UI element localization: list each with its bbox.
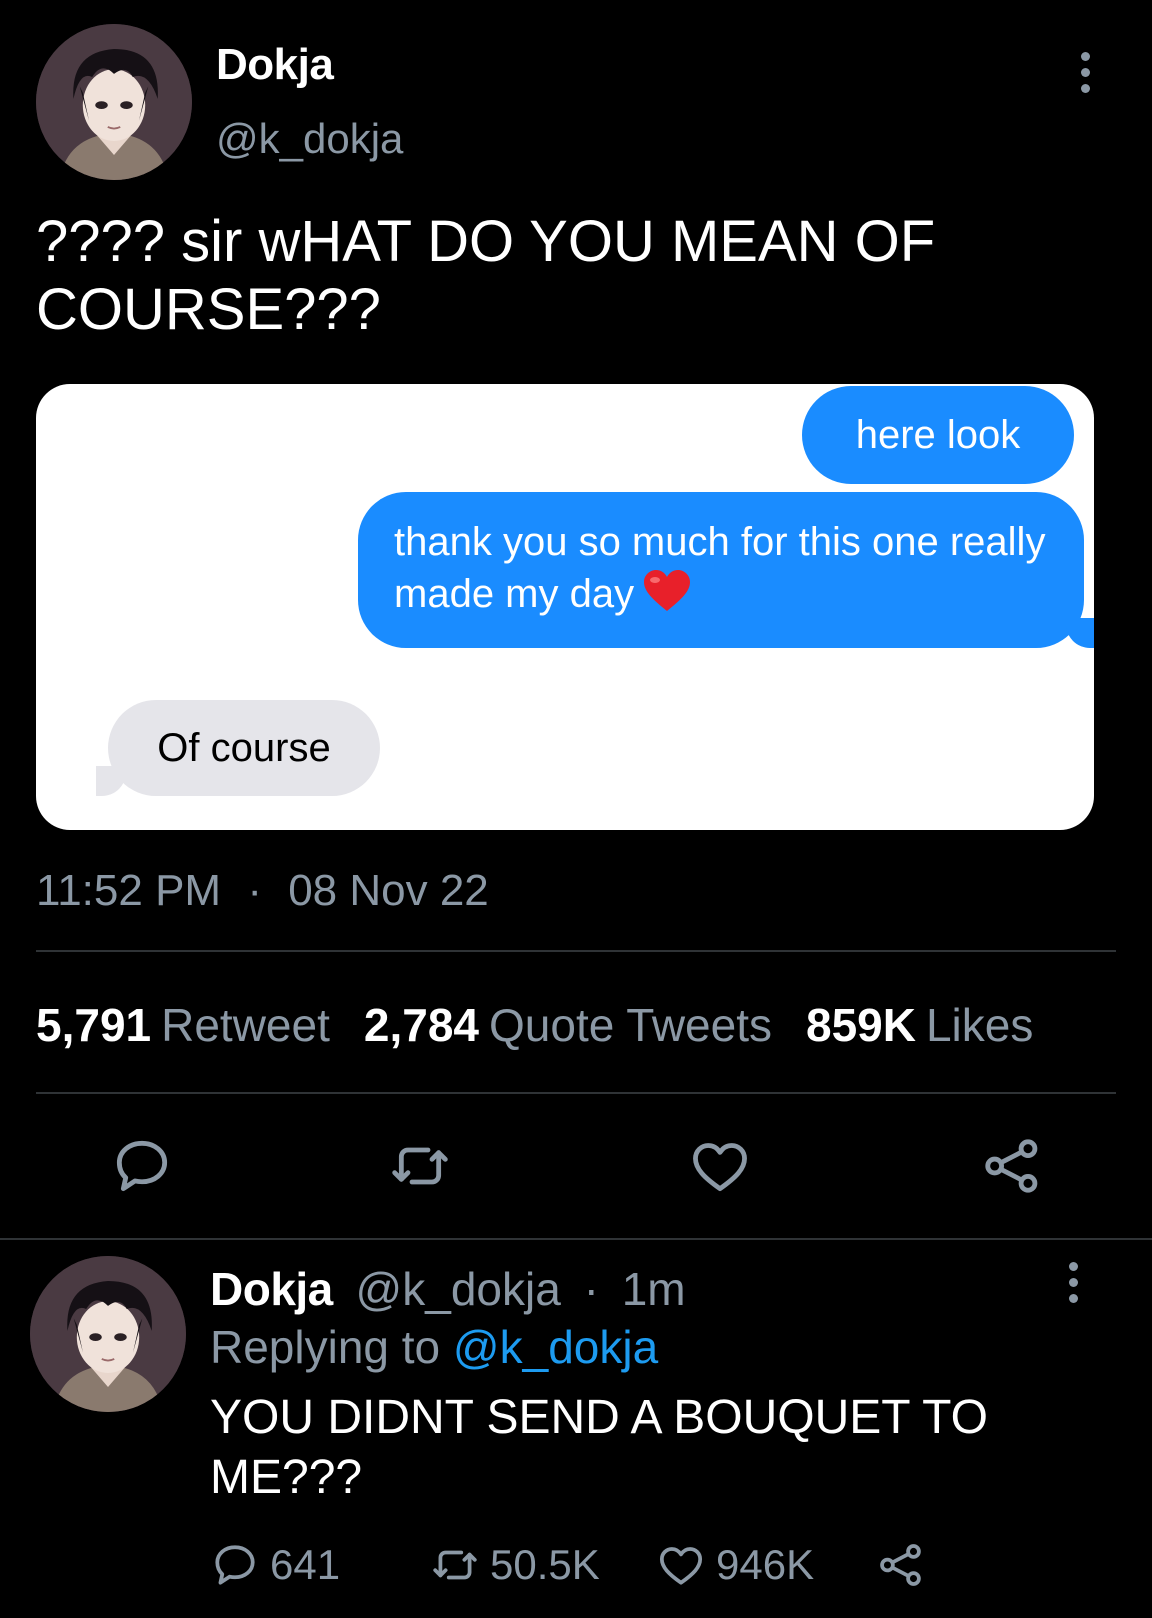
retweet-count-button[interactable]: 50.5K — [430, 1540, 600, 1590]
anime-avatar-image — [36, 24, 192, 180]
likes-stat[interactable]: 859K Likes — [806, 999, 1033, 1051]
more-options-icon[interactable] — [1070, 52, 1100, 98]
divider — [0, 1238, 1152, 1240]
retweet-stat[interactable]: 5,791 Retweet — [36, 999, 364, 1051]
message-text: Of course — [157, 726, 331, 770]
bubble-tail — [96, 766, 126, 796]
reply-author-handle[interactable]: @k_dokja — [356, 1263, 561, 1315]
divider — [36, 1092, 1116, 1094]
message-bubble-sent: here look — [802, 386, 1074, 484]
share-icon — [880, 1544, 921, 1586]
divider — [36, 950, 1116, 952]
reply-author-name[interactable]: Dokja — [210, 1263, 333, 1315]
message-bubble-received: Of course — [96, 700, 380, 796]
retweet-icon — [433, 1550, 477, 1580]
reply-separator: · — [583, 1263, 599, 1315]
replying-to-line: Replying to @k_dokja — [210, 1320, 658, 1374]
reply-header: Dokja @k_dokja · 1m — [210, 1262, 686, 1316]
engagement-stats: 5,791 Retweet 2,784 Quote Tweets 859K Likes — [36, 998, 1033, 1052]
message-bubble-sent: thank you so much for this one really ma… — [358, 492, 1094, 648]
reply-count-button[interactable]: 641 — [210, 1540, 340, 1590]
share-button[interactable] — [876, 1540, 936, 1590]
red-heart-emoji-icon — [644, 570, 691, 611]
bubble-tail — [1066, 618, 1094, 648]
message-text: thank you so much for this one really ma… — [394, 520, 1046, 616]
replying-to-label: Replying to — [210, 1321, 441, 1373]
replying-to-mention[interactable]: @k_dokja — [453, 1321, 658, 1373]
reply-author-avatar[interactable] — [30, 1256, 186, 1412]
tweet-date: 08 Nov 22 — [288, 866, 489, 915]
like-count: 946K — [716, 1541, 815, 1588]
more-options-icon[interactable] — [1058, 1262, 1088, 1308]
like-icon — [659, 1547, 703, 1585]
reply-icon — [215, 1545, 255, 1585]
reply-time[interactable]: 1m — [622, 1263, 686, 1315]
quote-tweets-stat[interactable]: 2,784 Quote Tweets — [364, 999, 806, 1051]
like-icon[interactable] — [688, 1134, 752, 1198]
reply-icon[interactable] — [110, 1134, 174, 1198]
reply-count: 641 — [270, 1541, 341, 1588]
author-name[interactable]: Dokja — [216, 40, 334, 90]
author-avatar[interactable] — [36, 24, 192, 180]
anime-avatar-image — [30, 1256, 186, 1412]
author-handle[interactable]: @k_dokja — [216, 115, 403, 163]
retweet-count: 50.5K — [490, 1541, 600, 1588]
tweet-timestamp[interactable]: 11:52 PM · 08 Nov 22 — [36, 866, 489, 916]
tweet-media-image[interactable]: here look thank you so much for this one… — [36, 384, 1094, 830]
tweet-text: ???? sir wHAT DO YOU MEAN OF COURSE??? — [36, 209, 936, 342]
date-separator: · — [247, 866, 262, 915]
tweet-time: 11:52 PM — [36, 866, 222, 915]
share-icon[interactable] — [980, 1134, 1044, 1198]
like-count-button[interactable]: 946K — [656, 1540, 814, 1590]
retweet-icon[interactable] — [388, 1134, 452, 1198]
message-text: here look — [855, 413, 1021, 457]
reply-text: YOU DIDNT SEND A BOUQUET TO ME??? — [210, 1391, 988, 1504]
